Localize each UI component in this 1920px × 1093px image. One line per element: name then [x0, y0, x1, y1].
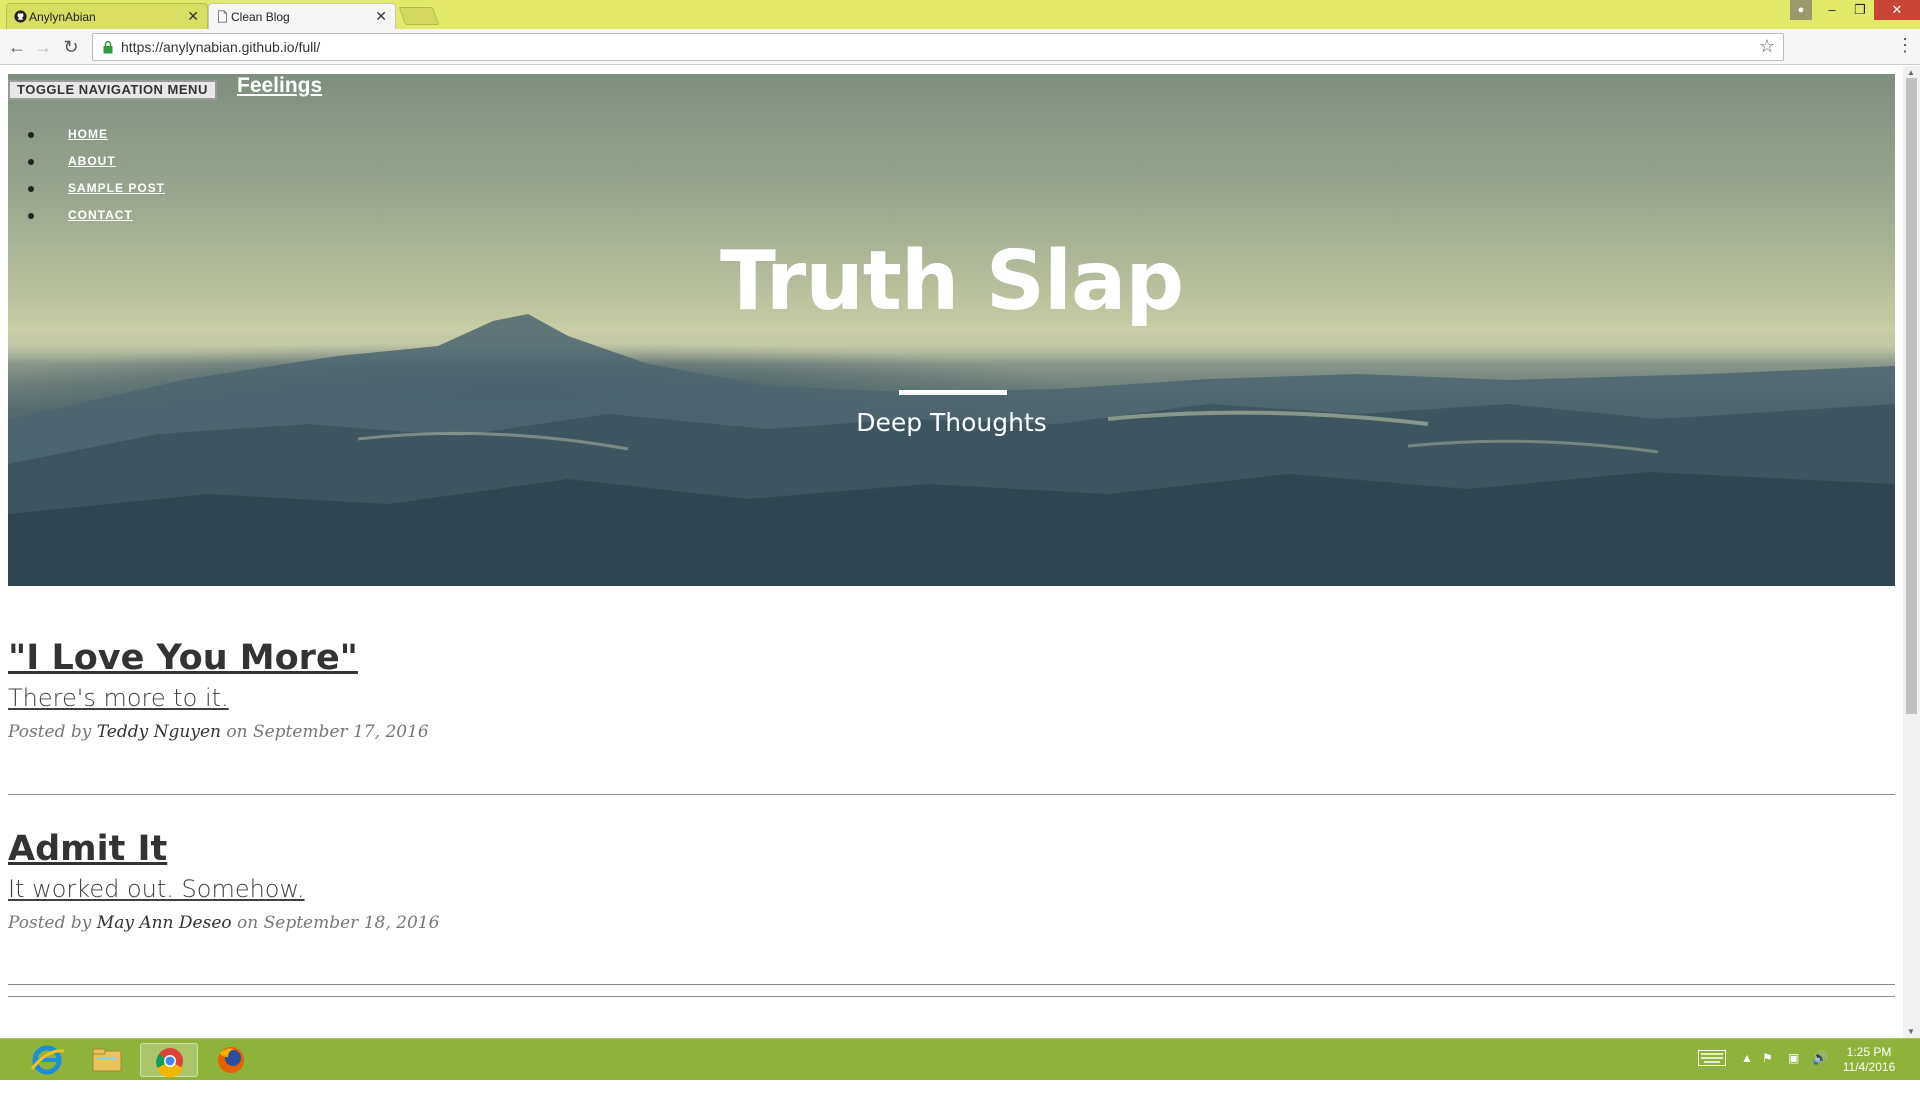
github-icon — [14, 10, 27, 23]
meta-on: on — [226, 722, 248, 742]
system-clock[interactable]: 1:25 PM 11/4/2016 — [1834, 1045, 1904, 1075]
post-subtitle-link[interactable]: There's more to it. — [8, 684, 1895, 712]
vertical-scrollbar[interactable]: ▲ ▼ — [1903, 66, 1920, 1038]
nav-link-about[interactable]: ABOUT — [68, 154, 116, 168]
nav-link-sample-post[interactable]: SAMPLE POST — [68, 181, 165, 195]
meta-prefix: Posted by — [8, 722, 92, 742]
browser-titlebar: AnylynAbian ✕ Clean Blog ✕ ● – ❐ ✕ — [0, 0, 1920, 29]
hero-subtitle: Deep Thoughts — [856, 408, 1047, 437]
chrome-menu-icon[interactable]: ⋮ — [1896, 35, 1914, 56]
address-bar[interactable]: https://anylynabian.github.io/full/ ☆ — [92, 33, 1784, 61]
action-center-flag-icon[interactable]: ⚑ — [1762, 1051, 1773, 1093]
scroll-down-arrow-icon[interactable]: ▼ — [1907, 1027, 1915, 1036]
post-preview: Admit It It worked out. Somehow. Posted … — [8, 829, 1895, 933]
post-title-link[interactable]: "I Love You More" — [8, 638, 1895, 678]
internet-explorer-icon[interactable] — [18, 1043, 76, 1077]
nav-link-home[interactable]: HOME — [68, 127, 108, 141]
list-bullet — [28, 186, 34, 192]
new-tab-button[interactable] — [398, 7, 440, 25]
clock-date: 11/4/2016 — [1842, 1060, 1896, 1074]
file-explorer-icon[interactable] — [78, 1043, 136, 1077]
scroll-up-arrow-icon[interactable]: ▲ — [1907, 68, 1915, 77]
mountain-background-image — [8, 314, 1895, 586]
meta-on: on — [237, 913, 259, 933]
post-date: September 17, 2016 — [252, 722, 429, 742]
chrome-icon[interactable] — [140, 1043, 198, 1078]
meta-prefix: Posted by — [8, 913, 92, 933]
hero-title: Truth Slap — [719, 234, 1184, 329]
post-author: Teddy Nguyen — [96, 722, 221, 742]
toggle-navigation-button[interactable]: TOGGLE NAVIGATION MENU — [8, 80, 217, 100]
tab-label: AnylynAbian — [29, 9, 96, 24]
post-meta: Posted by May Ann Deseo on September 18,… — [8, 913, 1895, 933]
nav-link-contact[interactable]: CONTACT — [68, 208, 133, 222]
clock-time: 1:25 PM — [1846, 1045, 1892, 1059]
reload-icon[interactable]: ↻ — [60, 36, 82, 58]
lock-icon — [103, 41, 113, 54]
firefox-icon[interactable] — [202, 1043, 260, 1077]
site-brand-link[interactable]: Feelings — [237, 74, 322, 98]
post-preview: "I Love You More" There's more to it. Po… — [8, 638, 1895, 742]
hero-divider — [899, 390, 1007, 395]
windows-taskbar: ▲ ⚑ ▣ 🔊 1:25 PM 11/4/2016 — [0, 1038, 1920, 1080]
network-icon[interactable]: ▣ — [1788, 1051, 1799, 1093]
page-icon — [218, 10, 227, 23]
post-title-link[interactable]: Admit It — [8, 829, 1895, 869]
post-divider — [8, 794, 1895, 795]
post-divider — [8, 984, 1895, 985]
keyboard-icon[interactable] — [1698, 1050, 1726, 1092]
window-close-icon[interactable]: ✕ — [1874, 0, 1920, 20]
tab-label: Clean Blog — [231, 9, 290, 24]
scrollbar-thumb[interactable] — [1906, 78, 1917, 714]
hero-header: TOGGLE NAVIGATION MENU Feelings HOME ABO… — [8, 74, 1895, 586]
minimize-icon[interactable]: – — [1818, 0, 1846, 20]
post-subtitle-link[interactable]: It worked out. Somehow. — [8, 875, 1895, 903]
url-text: https://anylynabian.github.io/full/ — [121, 39, 321, 55]
user-profile-icon[interactable]: ● — [1790, 0, 1812, 20]
show-hidden-icons-icon[interactable]: ▲ — [1741, 1051, 1753, 1093]
forward-arrow-icon[interactable]: → — [32, 36, 54, 58]
back-arrow-icon[interactable]: ← — [6, 36, 28, 58]
close-tab-icon[interactable]: ✕ — [375, 8, 387, 25]
tab-anylynabian[interactable]: AnylynAbian ✕ — [6, 3, 208, 29]
restore-icon[interactable]: ❐ — [1846, 0, 1874, 20]
list-bullet — [28, 132, 34, 138]
post-date: September 18, 2016 — [263, 913, 440, 933]
close-tab-icon[interactable]: ✕ — [187, 8, 199, 25]
tab-clean-blog[interactable]: Clean Blog ✕ — [208, 3, 396, 29]
bookmark-star-icon[interactable]: ☆ — [1759, 36, 1775, 57]
post-author: May Ann Deseo — [96, 913, 232, 933]
volume-icon[interactable]: 🔊 — [1812, 1050, 1828, 1092]
browser-toolbar: ← → ↻ https://anylynabian.github.io/full… — [0, 29, 1920, 65]
page-viewport[interactable]: TOGGLE NAVIGATION MENU Feelings HOME ABO… — [0, 66, 1920, 1038]
list-bullet — [28, 213, 34, 219]
pager-divider — [8, 996, 1895, 997]
list-bullet — [28, 159, 34, 165]
post-meta: Posted by Teddy Nguyen on September 17, … — [8, 722, 1895, 742]
